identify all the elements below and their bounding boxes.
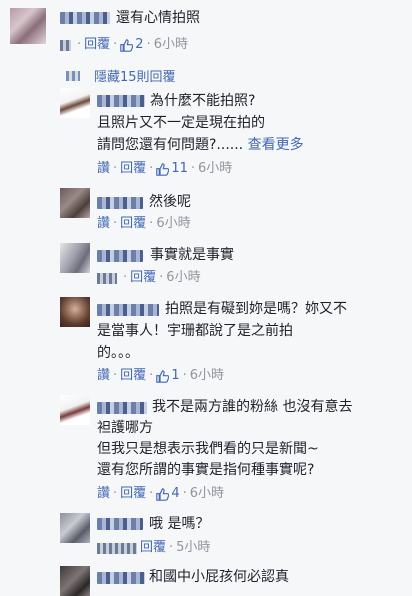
thumbs-up-icon xyxy=(120,38,134,52)
like-link[interactable]: 讚 xyxy=(97,486,110,502)
comment-meta: 讚 · 回覆 · 6小時 xyxy=(97,216,191,232)
like-count[interactable]: 1 xyxy=(156,368,180,384)
reply-link[interactable]: 回覆 xyxy=(120,368,146,384)
comment-text: 還有心情拍照 xyxy=(116,10,200,26)
comment-text: 然後呢 xyxy=(149,194,191,210)
reply-link[interactable]: 回覆 xyxy=(120,216,146,232)
comment-meta: · 回覆 · 6小時 xyxy=(97,270,201,286)
pixelated-icon xyxy=(97,272,117,284)
pixelated-icon xyxy=(66,70,80,81)
timestamp[interactable]: 6小時 xyxy=(154,37,188,53)
comment-text: 請問您還有何問題?...... 查看更多 xyxy=(97,137,304,153)
like-count[interactable]: 2 xyxy=(120,37,144,53)
comment-text: 但我只是想表示我們看的只是新聞~ xyxy=(97,441,319,457)
thumbs-up-icon xyxy=(156,487,170,501)
comment-meta: 讚 · 回覆 · 4 · 6小時 xyxy=(97,486,225,502)
commenter-name[interactable] xyxy=(97,402,147,414)
timestamp[interactable]: 6小時 xyxy=(198,161,232,177)
like-count[interactable]: 11 xyxy=(156,161,188,177)
timestamp[interactable]: 6小時 xyxy=(156,216,190,232)
thumbs-up-icon xyxy=(156,369,170,383)
reply-link[interactable]: 回覆 xyxy=(84,37,110,53)
comment-text: 事實就是事實 xyxy=(150,247,234,263)
comment-text: 袒護哪方 xyxy=(97,420,153,436)
comment-text: 哦 是嗎？ xyxy=(149,516,210,532)
commenter-name[interactable] xyxy=(97,572,145,584)
avatar[interactable] xyxy=(60,88,90,118)
comment-meta: · 回覆 · 2 · 6小時 xyxy=(60,37,188,53)
comment-text: 的。。。 xyxy=(97,345,139,361)
comment-meta: 讚 · 回覆 · 1 · 6小時 xyxy=(97,368,225,384)
avatar[interactable] xyxy=(60,566,90,596)
commenter-name[interactable] xyxy=(97,518,143,530)
see-more-link[interactable]: 查看更多 xyxy=(248,137,304,153)
timestamp[interactable]: 6小時 xyxy=(190,368,224,384)
commenter-name[interactable] xyxy=(97,304,159,316)
avatar[interactable] xyxy=(10,8,46,44)
thumbs-up-icon xyxy=(156,162,170,176)
avatar[interactable] xyxy=(60,395,90,425)
comment-meta: 回覆 · 5小時 xyxy=(97,540,210,556)
pixelated-icon xyxy=(97,542,137,554)
comment-text: 是當事人！宇珊都說了是之前拍 xyxy=(97,323,293,339)
comment-text: 為什麼不能拍照? xyxy=(150,93,256,109)
comment-text: 拍照是有礙到妳是嗎？妳又不 xyxy=(165,301,347,317)
reply-link[interactable]: 回覆 xyxy=(120,161,146,177)
reply-link[interactable]: 回覆 xyxy=(120,486,146,502)
like-count[interactable]: 4 xyxy=(156,486,180,502)
timestamp[interactable]: 6小時 xyxy=(166,270,200,286)
comment-text: 和國中小屁孩何必認真 xyxy=(149,569,289,585)
commenter-name[interactable] xyxy=(97,197,143,209)
comment-text: 且照片又不一定是現在拍的 xyxy=(97,115,265,131)
commenter-name[interactable] xyxy=(97,250,143,262)
comment-text: 我不是兩方誰的粉絲 也沒有意去 xyxy=(152,399,353,415)
avatar[interactable] xyxy=(60,188,90,218)
hidden-replies-link[interactable]: 隱藏15則回覆 xyxy=(66,66,176,85)
commenter-name[interactable] xyxy=(97,95,145,107)
reply-link[interactable]: 回覆 xyxy=(140,540,166,556)
reply-link[interactable]: 回覆 xyxy=(130,270,156,286)
comment-text: 還有您所謂的事實是指何種事實呢? xyxy=(97,462,315,478)
like-link[interactable]: 讚 xyxy=(97,161,110,177)
avatar[interactable] xyxy=(60,243,90,273)
pixelated-icon xyxy=(60,39,71,51)
comment-meta: 讚 · 回覆 · 11 · 6小時 xyxy=(97,161,233,177)
like-link[interactable]: 讚 xyxy=(97,368,110,384)
timestamp[interactable]: 6小時 xyxy=(190,486,224,502)
timestamp[interactable]: 5小時 xyxy=(176,540,210,556)
avatar[interactable] xyxy=(60,513,90,543)
commenter-name[interactable] xyxy=(60,12,110,24)
avatar[interactable] xyxy=(60,297,90,327)
like-link[interactable]: 讚 xyxy=(97,216,110,232)
